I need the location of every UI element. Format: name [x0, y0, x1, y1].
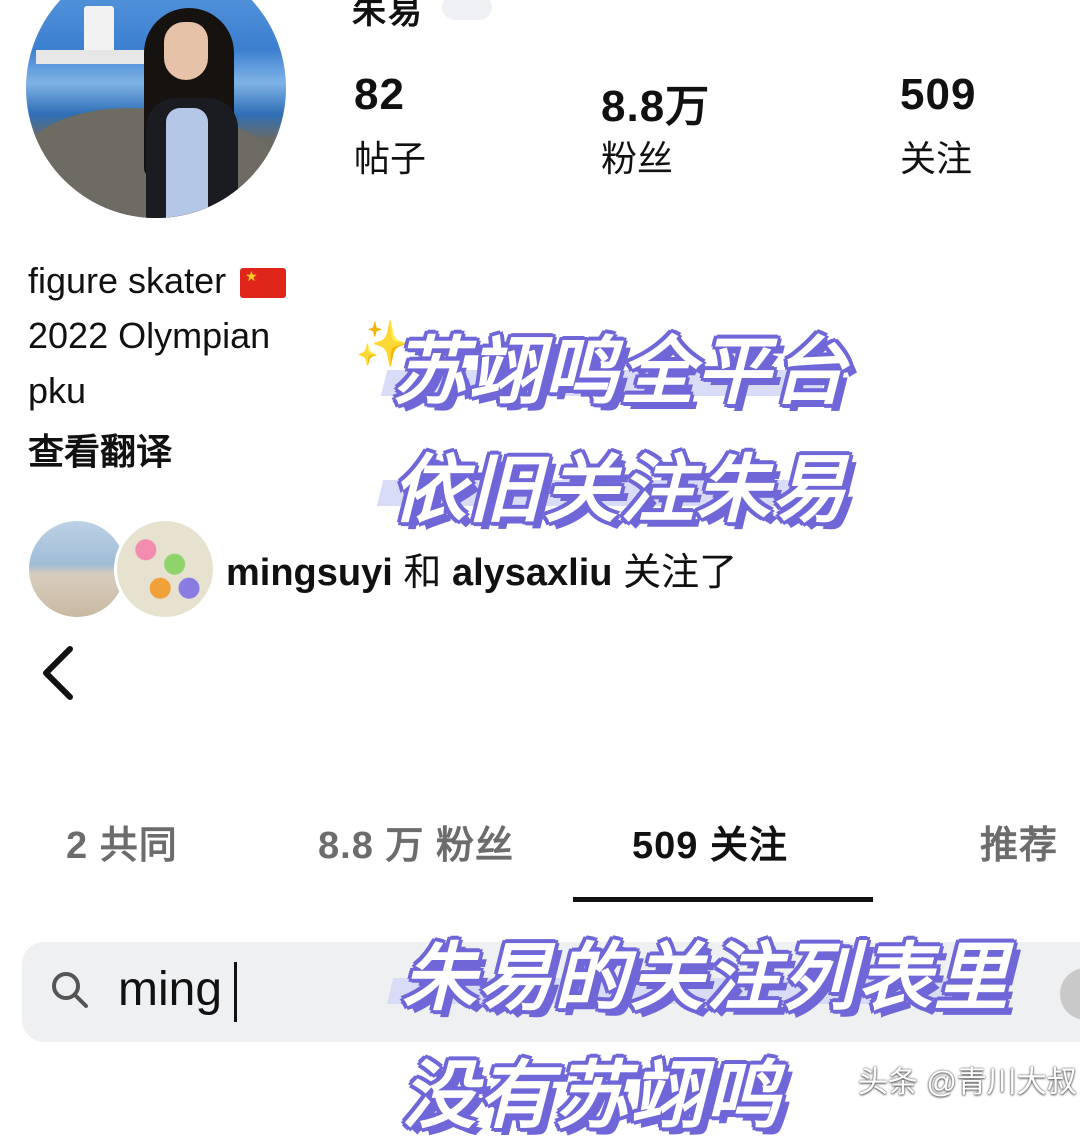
following-label[interactable]: 关注 — [900, 130, 972, 182]
caption-line-3: 朱易的关注列表里 — [402, 936, 1010, 1019]
text-cursor — [234, 962, 237, 1022]
caption-line-4: 没有苏翊鸣 — [402, 1054, 782, 1137]
profile-name: 朱易 — [352, 0, 424, 31]
caption-line-2: 依旧关注朱易 — [392, 448, 848, 531]
tab-suggested[interactable]: 推荐 — [980, 814, 1058, 869]
tab-followers[interactable]: 8.8 万 粉丝 — [318, 814, 514, 869]
watermark: 头条 @青川大叔 — [858, 1066, 1077, 1099]
tab-mutual[interactable]: 2 共同 — [66, 814, 178, 869]
followed-suffix: 关注了 — [623, 552, 738, 594]
followed-by-text[interactable]: mingsuyi 和 alysaxliu 关注了 — [226, 541, 737, 596]
active-tab-indicator — [573, 897, 873, 902]
search-input[interactable]: ming — [118, 962, 222, 1017]
follower-name-2[interactable]: alysaxliu — [452, 552, 613, 594]
followers-label[interactable]: 粉丝 — [601, 130, 673, 182]
followed-connector: 和 — [403, 552, 442, 594]
follower-avatar-1[interactable] — [26, 518, 128, 620]
posts-label[interactable]: 帖子 — [354, 130, 426, 182]
followers-count[interactable]: 8.8万 — [601, 70, 710, 134]
bio-line-1: figure skater — [28, 260, 287, 302]
back-chevron-icon[interactable] — [38, 643, 78, 703]
posts-count[interactable]: 82 — [354, 70, 405, 120]
caption-line-1: 苏翊鸣全平台 — [392, 330, 848, 413]
search-icon — [50, 970, 90, 1010]
see-translation-link[interactable]: 查看翻译 — [28, 423, 172, 475]
follower-name-1[interactable]: mingsuyi — [226, 552, 393, 594]
tab-following[interactable]: 509 关注 — [632, 814, 788, 869]
china-flag-icon — [240, 268, 287, 299]
profile-avatar[interactable] — [26, 0, 286, 218]
bio-line-3: pku — [28, 370, 87, 411]
following-count[interactable]: 509 — [900, 70, 976, 120]
name-badge — [442, 0, 492, 20]
follower-avatar-2[interactable] — [114, 518, 216, 620]
bio-line-2: 2022 Olympian — [28, 315, 271, 356]
bio-text-1: figure skater — [28, 260, 227, 301]
